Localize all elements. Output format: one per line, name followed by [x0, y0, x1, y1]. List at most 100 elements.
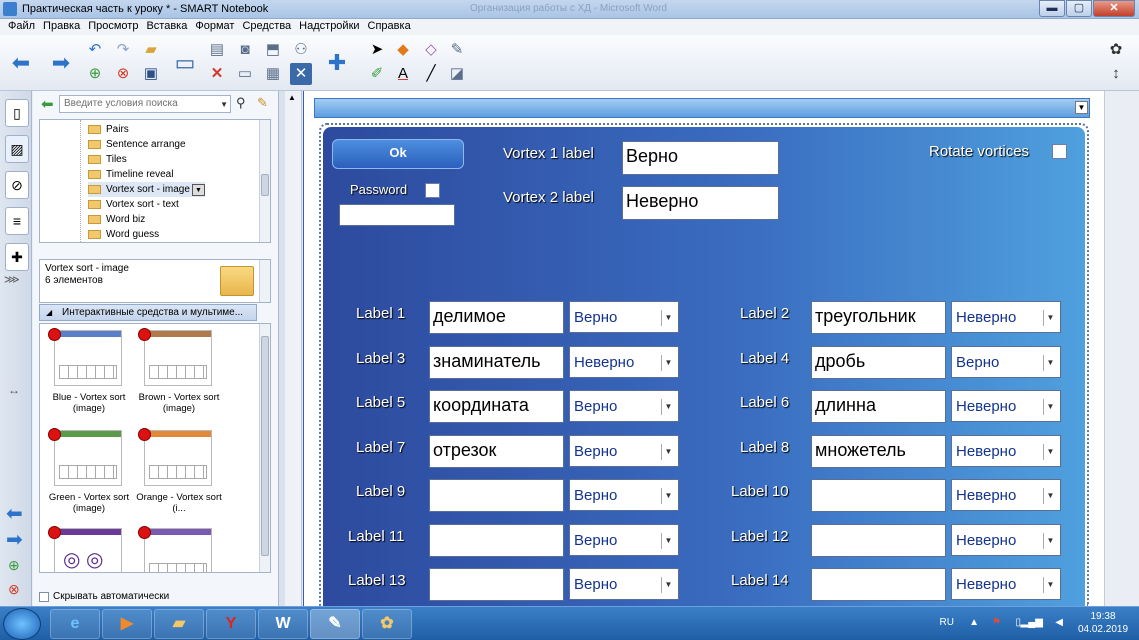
select-arrow-icon[interactable]: ➤ — [366, 39, 388, 61]
vertical-scrollbar[interactable]: ▲ — [285, 91, 302, 606]
tree-item[interactable]: Pairs — [88, 122, 129, 137]
word-icon[interactable]: W — [258, 609, 308, 639]
vortex-1-input[interactable]: Верно — [622, 141, 779, 175]
row-left-select[interactable]: Верно ▼ — [569, 390, 679, 422]
chevron-down-icon[interactable]: ▼ — [661, 577, 675, 593]
tree-item-selected[interactable]: Vortex sort - image ▼ — [88, 182, 205, 197]
row-left-text-input[interactable]: делимое — [429, 301, 564, 334]
chevron-down-icon[interactable]: ▼ — [661, 488, 675, 504]
row-left-select[interactable]: Неверно ▼ — [569, 345, 679, 378]
dropdown-arrow-icon[interactable]: ▼ — [191, 183, 205, 196]
media-player-icon[interactable]: ▶ — [102, 609, 152, 639]
row-right-text-input[interactable]: треугольник — [811, 301, 946, 334]
paint-icon[interactable]: ✿ — [362, 609, 412, 639]
move-toolbar-icon[interactable]: ↕ — [1105, 63, 1127, 85]
autohide-checkbox[interactable]: Скрывать автоматически — [39, 591, 169, 602]
menu-tools[interactable]: Средства — [238, 19, 295, 35]
menu-addons[interactable]: Надстройки — [295, 19, 363, 35]
widget-menu-icon[interactable]: ▼ — [1075, 101, 1088, 114]
row-right-select[interactable]: Неверно ▼ — [951, 434, 1061, 467]
attachments-tab[interactable]: ⊘ — [5, 171, 29, 199]
menu-file[interactable]: Файл — [4, 19, 39, 35]
save-icon[interactable]: ▣ — [140, 63, 162, 85]
search-icon[interactable]: ⚲ — [236, 95, 246, 111]
paste-icon[interactable]: ▤ — [206, 39, 228, 61]
action-center-icon[interactable]: ⚑ — [992, 617, 1001, 628]
fill-icon[interactable]: ◪ — [446, 63, 468, 85]
row-right-text-input[interactable] — [811, 523, 946, 557]
expand-icon[interactable]: ⋙ — [4, 273, 20, 286]
yandex-browser-icon[interactable]: Y — [206, 609, 256, 639]
menu-view[interactable]: Просмотр — [84, 19, 142, 35]
minimize-button[interactable]: ▬ — [1039, 0, 1065, 17]
prev-page-icon[interactable]: ⬅ — [6, 501, 23, 526]
row-left-text-input[interactable]: координата — [429, 390, 564, 423]
start-button[interactable] — [3, 608, 41, 640]
widget-title-bar[interactable]: ▼ — [314, 98, 1090, 118]
eraser-icon[interactable]: ◇ — [420, 39, 442, 61]
row-left-text-input[interactable]: отрезок — [429, 434, 564, 468]
line-icon[interactable]: ╱ — [420, 63, 442, 85]
gallery-tab[interactable]: ▨ — [5, 135, 29, 163]
row-right-text-input[interactable]: множетель — [811, 434, 946, 468]
tree-item[interactable]: Timeline reveal — [88, 167, 173, 182]
vortex-2-input[interactable]: Неверно — [622, 186, 779, 220]
close-button[interactable]: ✕ — [1093, 0, 1135, 17]
thumbnails-scrollbar[interactable] — [259, 324, 270, 572]
chevron-down-icon[interactable]: ▼ — [1043, 354, 1057, 371]
chevron-down-icon[interactable]: ▼ — [1043, 443, 1057, 460]
row-left-text-input[interactable] — [429, 568, 564, 601]
search-options-icon[interactable]: ✎ — [257, 95, 268, 111]
display-icon[interactable]: ▭ — [234, 63, 256, 85]
chevron-down-icon[interactable]: ▼ — [661, 354, 675, 371]
add-page-icon[interactable]: ⊕ — [8, 557, 20, 574]
row-left-select[interactable]: Верно ▼ — [569, 568, 679, 600]
password-field[interactable] — [339, 204, 455, 226]
scrollbar-thumb[interactable] — [261, 174, 269, 196]
chevron-down-icon[interactable]: ▼ — [1043, 577, 1057, 593]
scrollbar-thumb[interactable] — [261, 336, 269, 556]
text-icon[interactable]: A — [392, 63, 414, 85]
ok-button[interactable]: Ok — [332, 139, 464, 169]
tray-expand-icon[interactable]: ▲ — [969, 617, 979, 628]
volume-icon[interactable]: ◀ — [1055, 617, 1063, 628]
dock-toggle-icon[interactable]: ↔ — [8, 383, 20, 397]
screen-capture-icon[interactable]: ◙ — [234, 39, 256, 61]
addons-tab[interactable]: ✚ — [5, 243, 29, 271]
tree-item[interactable]: Tiles — [88, 152, 127, 167]
internet-explorer-icon[interactable]: e — [50, 609, 100, 639]
properties-tab[interactable]: ≡ — [5, 207, 29, 235]
row-right-select[interactable]: Неверно ▼ — [951, 301, 1061, 333]
gallery-back-icon[interactable]: ⬅ — [41, 95, 54, 113]
next-page-icon[interactable]: ➡ — [6, 527, 23, 552]
row-right-select[interactable]: Верно ▼ — [951, 345, 1061, 378]
info-scrollbar[interactable] — [259, 260, 270, 302]
rotate-vortices-checkbox[interactable] — [1052, 144, 1067, 159]
screen-shade-icon[interactable]: ⬒ — [262, 39, 284, 61]
menu-format[interactable]: Формат — [191, 19, 238, 35]
file-explorer-icon[interactable]: ▰ — [154, 609, 204, 639]
settings-icon[interactable]: ✿ — [1105, 39, 1127, 61]
scroll-up-icon[interactable]: ▲ — [288, 93, 296, 102]
undo-icon[interactable]: ↶ — [84, 39, 106, 61]
row-right-text-input[interactable]: длинна — [811, 390, 946, 423]
projector-icon[interactable]: ▭ — [170, 41, 200, 85]
tree-item[interactable]: Sentence arrange — [88, 137, 186, 152]
magic-pen-icon[interactable]: ✎ — [446, 39, 468, 61]
maximize-button[interactable]: ▢ — [1066, 0, 1092, 17]
chevron-down-icon[interactable]: ▼ — [661, 443, 675, 460]
row-right-select[interactable]: Неверно ▼ — [951, 568, 1061, 600]
network-signal-icon[interactable]: ▂▄▆ — [1021, 617, 1043, 628]
row-left-text-input[interactable] — [429, 523, 564, 557]
menu-insert[interactable]: Вставка — [142, 19, 191, 35]
password-checkbox[interactable] — [425, 183, 440, 198]
row-right-text-input[interactable] — [811, 568, 946, 601]
chevron-down-icon[interactable]: ▼ — [661, 310, 675, 326]
row-right-text-input[interactable] — [811, 479, 946, 512]
language-indicator[interactable]: RU — [940, 617, 954, 628]
redo-icon[interactable]: ↷ — [112, 39, 134, 61]
back-arrow-icon[interactable]: ⬅ — [6, 41, 36, 85]
row-right-select[interactable]: Неверно ▼ — [951, 523, 1061, 556]
remove-page-icon[interactable]: ⊗ — [8, 581, 20, 598]
close-x-icon[interactable]: ✕ — [290, 63, 312, 85]
